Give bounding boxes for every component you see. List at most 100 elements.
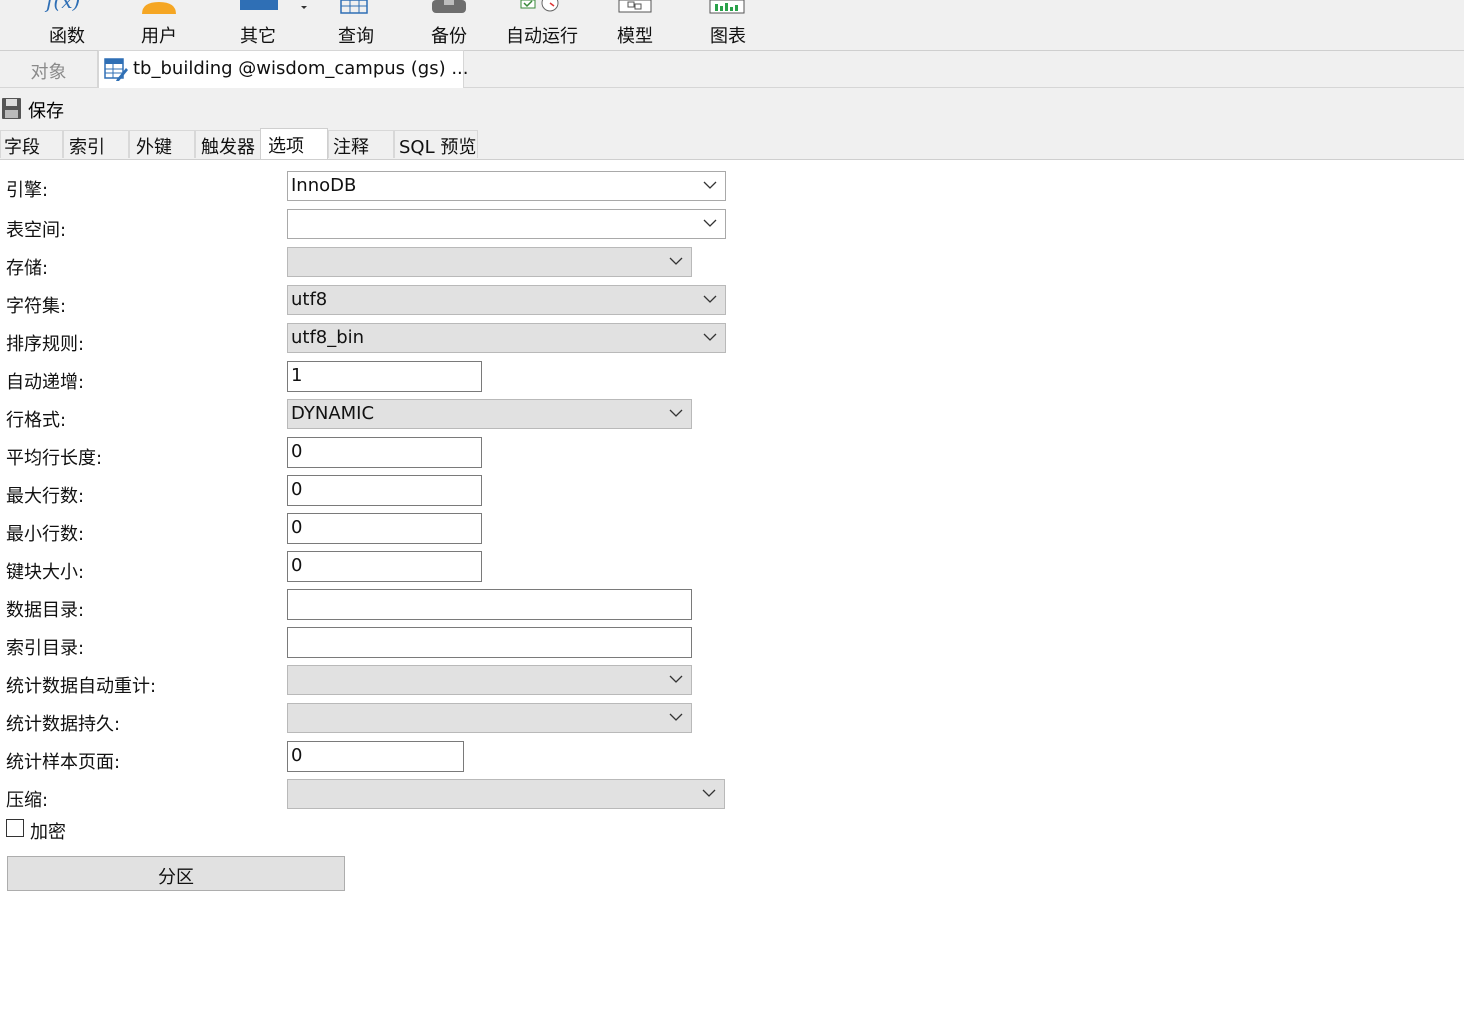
- tab-options[interactable]: 选项: [260, 128, 328, 159]
- tablespace-select[interactable]: [287, 209, 726, 239]
- stats-auto-recalc-select[interactable]: [287, 665, 692, 695]
- toolbar-user-label: 用户: [141, 26, 177, 47]
- index-directory-label: 索引目录:: [6, 638, 85, 659]
- row-format-select[interactable]: DYNAMIC: [287, 399, 692, 429]
- save-bar: 保存: [0, 88, 1464, 128]
- document-tab-strip: 对象 tb_building @wisdom_campus (gs) ...: [0, 50, 1464, 88]
- stats-auto-recalc-label: 统计数据自动重计:: [6, 676, 157, 697]
- max-rows-value: 0: [291, 479, 303, 500]
- save-icon: [2, 98, 21, 119]
- charset-value: utf8: [291, 289, 328, 310]
- engine-label: 引擎:: [6, 180, 49, 201]
- tab-triggers-label: 触发器: [201, 137, 255, 158]
- toolbar-other-button[interactable]: 其它: [226, 0, 307, 50]
- compression-select[interactable]: [287, 779, 725, 809]
- toolbar-autorun-label: 自动运行: [506, 26, 578, 47]
- row-format-label: 行格式:: [6, 410, 67, 431]
- stats-persistent-select[interactable]: [287, 703, 692, 733]
- toolbar-autorun-button[interactable]: 自动运行: [504, 0, 580, 50]
- tab-indexes[interactable]: 索引: [63, 130, 129, 158]
- partition-button[interactable]: 分区: [7, 856, 345, 891]
- data-directory-label: 数据目录:: [6, 600, 85, 621]
- toolbar-user-button[interactable]: 用户: [128, 0, 190, 50]
- toolbar-query-label: 查询: [338, 26, 374, 47]
- toolbar-query-button[interactable]: 查询: [324, 0, 388, 50]
- auto-increment-input[interactable]: 1: [287, 361, 482, 392]
- chevron-down-icon: [703, 219, 717, 227]
- toolbar-function-button[interactable]: f(x) 函数: [36, 0, 98, 50]
- max-rows-label: 最大行数:: [6, 486, 85, 507]
- tab-sql-preview-label: SQL 预览: [399, 137, 477, 158]
- storage-label: 存储:: [6, 258, 49, 279]
- tab-fields-label: 字段: [4, 137, 40, 158]
- stats-sample-pages-value: 0: [291, 745, 303, 766]
- stats-persistent-label: 统计数据持久:: [6, 714, 121, 735]
- query-icon: [340, 0, 368, 14]
- toolbar-model-label: 模型: [617, 26, 653, 47]
- toolbar-backup-label: 备份: [431, 26, 467, 47]
- key-block-size-value: 0: [291, 555, 303, 576]
- tab-options-label: 选项: [268, 136, 304, 157]
- charset-select[interactable]: utf8: [287, 285, 726, 315]
- toolbar-model-button[interactable]: 模型: [604, 0, 666, 50]
- chevron-down-icon: [669, 675, 683, 683]
- tab-objects[interactable]: 对象: [0, 51, 98, 87]
- tab-sql-preview[interactable]: SQL 预览: [394, 130, 478, 158]
- chevron-down-icon: [703, 295, 717, 303]
- data-directory-input[interactable]: [287, 589, 692, 620]
- engine-select[interactable]: InnoDB: [287, 171, 726, 201]
- autorun-icon: [520, 0, 559, 12]
- tab-fields[interactable]: 字段: [0, 130, 63, 158]
- tab-triggers[interactable]: 触发器: [195, 130, 261, 158]
- tab-table-title: tb_building @wisdom_campus (gs) ...: [133, 58, 469, 79]
- storage-select[interactable]: [287, 247, 692, 277]
- tablespace-label: 表空间:: [6, 220, 67, 241]
- toolbar-chart-button[interactable]: 图表: [697, 0, 759, 50]
- collation-select[interactable]: utf8_bin: [287, 323, 726, 353]
- toolbar-other-label: 其它: [240, 26, 276, 47]
- min-rows-input[interactable]: 0: [287, 513, 482, 544]
- model-icon: [618, 0, 652, 13]
- tab-foreign-keys[interactable]: 外键: [129, 130, 195, 158]
- toolbar-backup-button[interactable]: 备份: [418, 0, 480, 50]
- tab-foreign-keys-label: 外键: [136, 137, 172, 158]
- chevron-down-icon: [669, 409, 683, 417]
- collation-value: utf8_bin: [291, 327, 365, 348]
- auto-increment-value: 1: [291, 365, 303, 386]
- tab-table-design[interactable]: tb_building @wisdom_campus (gs) ...: [98, 50, 469, 88]
- encryption-checkbox[interactable]: [6, 819, 24, 837]
- compression-label: 压缩:: [6, 790, 49, 811]
- other-icon: [240, 0, 307, 10]
- function-icon: f(x): [44, 0, 80, 13]
- min-rows-label: 最小行数:: [6, 524, 85, 545]
- tab-objects-label: 对象: [30, 62, 67, 83]
- engine-value: InnoDB: [291, 175, 357, 196]
- stats-sample-pages-label: 统计样本页面:: [6, 752, 121, 773]
- row-format-value: DYNAMIC: [291, 403, 375, 424]
- avg-row-length-value: 0: [291, 441, 303, 462]
- user-icon: [142, 2, 176, 14]
- max-rows-input[interactable]: 0: [287, 475, 482, 506]
- auto-increment-label: 自动递增:: [6, 372, 85, 393]
- partition-button-label: 分区: [158, 867, 194, 888]
- backup-icon: [432, 0, 466, 13]
- avg-row-length-label: 平均行长度:: [6, 448, 103, 469]
- svg-text:f(x): f(x): [44, 0, 80, 13]
- table-edit-icon: [104, 58, 128, 81]
- collation-label: 排序规则:: [6, 334, 85, 355]
- save-label: 保存: [28, 101, 64, 122]
- stats-sample-pages-input[interactable]: 0: [287, 741, 464, 772]
- chevron-down-icon: [669, 713, 683, 721]
- index-directory-input[interactable]: [287, 627, 692, 658]
- avg-row-length-input[interactable]: 0: [287, 437, 482, 468]
- charset-label: 字符集:: [6, 296, 67, 317]
- tab-comments[interactable]: 注释: [328, 130, 394, 158]
- toolbar-function-label: 函数: [49, 26, 85, 47]
- key-block-size-input[interactable]: 0: [287, 551, 482, 582]
- key-block-size-label: 键块大小:: [6, 562, 85, 583]
- toolbar-chart-label: 图表: [710, 26, 746, 47]
- chevron-down-icon: [669, 257, 683, 265]
- encryption-label: 加密: [30, 822, 66, 843]
- chevron-down-icon: [703, 181, 717, 189]
- chevron-down-icon: [703, 333, 717, 341]
